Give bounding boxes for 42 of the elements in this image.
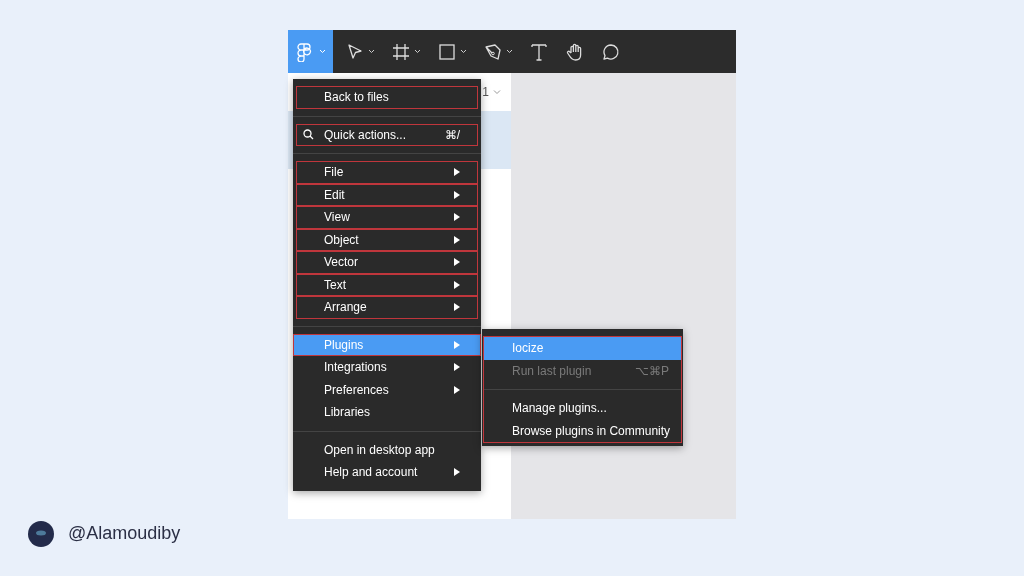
chevron-icon [506, 49, 513, 54]
chevron-icon [414, 49, 421, 54]
submenu-arrow-icon [454, 385, 460, 394]
menu-item[interactable]: Object [296, 228, 478, 251]
menu-item[interactable]: View [296, 206, 478, 229]
submenu-arrow-icon [454, 363, 460, 372]
text-icon [529, 41, 549, 62]
menu-item[interactable]: Integrations [296, 356, 478, 379]
menu-item[interactable]: Quick actions... ⌘/ [296, 123, 478, 146]
menu-item[interactable]: Text [296, 273, 478, 296]
pen-icon [483, 41, 503, 62]
submenu-arrow-icon [454, 340, 460, 349]
menu-item[interactable]: Browse plugins in Community [484, 419, 681, 442]
menu-item[interactable]: Edit [296, 183, 478, 206]
submenu-arrow-icon [454, 303, 460, 312]
submenu-arrow-icon [454, 258, 460, 267]
menu-item[interactable]: Open in desktop app [296, 438, 478, 461]
submenu-arrow-icon [454, 280, 460, 289]
frame-icon [391, 41, 411, 62]
menu-item[interactable]: Help and account [296, 461, 478, 484]
comment-icon [601, 41, 621, 62]
menu-item[interactable]: Vector [296, 251, 478, 274]
avatar-icon [28, 520, 54, 547]
search-icon [303, 129, 314, 141]
submenu-arrow-icon [454, 190, 460, 199]
menu-item[interactable]: Back to files [296, 86, 478, 109]
author-handle: @Alamoudiby [68, 522, 181, 545]
menu-item[interactable]: Preferences [296, 378, 478, 401]
rectangle-icon [437, 41, 457, 62]
submenu-arrow-icon [454, 468, 460, 477]
page-label: 1 [482, 84, 489, 101]
submenu-arrow-icon [454, 235, 460, 244]
chevron-icon [368, 49, 375, 54]
menu-item[interactable]: Libraries [296, 401, 478, 424]
submenu-arrow-icon [454, 213, 460, 222]
menu-item[interactable]: Arrange [296, 296, 478, 319]
chevron-icon [460, 49, 467, 54]
chevron-icon [318, 49, 326, 54]
chevron-icon [493, 89, 501, 95]
submenu-arrow-icon [454, 168, 460, 177]
menu-item[interactable]: Manage plugins... [484, 397, 681, 420]
menu-item[interactable]: File [296, 161, 478, 184]
